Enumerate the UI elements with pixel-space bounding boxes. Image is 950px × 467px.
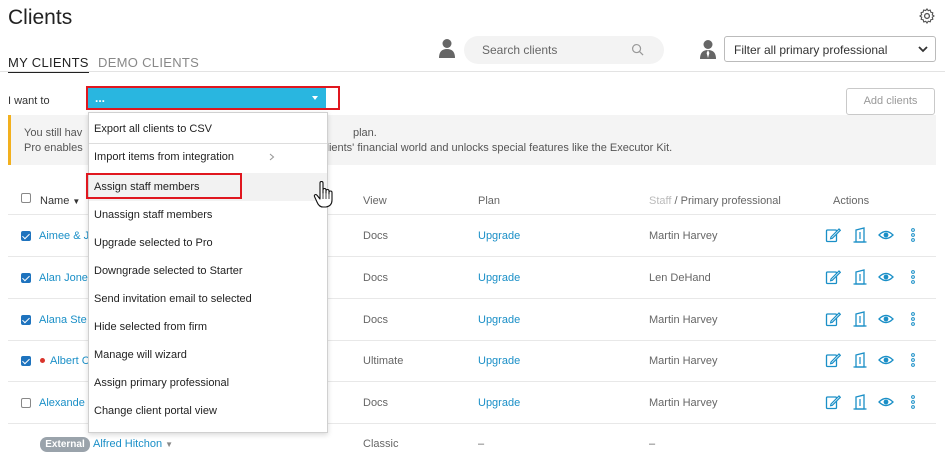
view-column-header: View (363, 195, 387, 207)
page-title: Clients (8, 6, 73, 29)
client-name-link[interactable]: Alan Jone (39, 272, 88, 284)
view-cell: Ultimate (363, 355, 404, 367)
highlight-box (86, 173, 242, 199)
caret-down-icon: ▼ (165, 440, 174, 449)
actions-column-header: Actions (833, 195, 870, 207)
upgrade-link[interactable]: Upgrade (478, 230, 520, 242)
primary-professional-cell: Martin Harvey (649, 397, 718, 409)
i-want-to-label: I want to (8, 95, 50, 107)
menu-item-downgrade-starter[interactable]: Downgrade selected to Starter (89, 257, 327, 285)
menu-item-import-integration[interactable]: Import items from integration (89, 143, 327, 171)
view-cell: Docs (363, 272, 389, 284)
name-column-header[interactable]: Name ▼ (40, 195, 80, 207)
row-checkbox[interactable] (21, 231, 31, 241)
hand-cursor-icon (313, 181, 333, 208)
search-box[interactable] (464, 36, 664, 64)
primary-professional-cell: Martin Harvey (649, 355, 718, 367)
client-name-link[interactable]: Alexande (39, 397, 85, 409)
row-actions (825, 227, 925, 417)
menu-item-send-invitation[interactable]: Send invitation email to selected (89, 285, 327, 313)
view-cell: Docs (363, 397, 389, 409)
row-checkbox[interactable] (21, 315, 31, 325)
menu-item-assign-primary[interactable]: Assign primary professional (89, 369, 327, 397)
upgrade-link[interactable]: Upgrade (478, 355, 520, 367)
edit-icon[interactable] (825, 352, 841, 368)
tabs-divider (0, 71, 945, 72)
primary-professional-filter[interactable]: Filter all primary professional (724, 36, 936, 62)
eye-icon[interactable] (878, 227, 894, 243)
eye-icon[interactable] (878, 352, 894, 368)
vault-icon[interactable] (852, 227, 868, 243)
status-dot (40, 358, 45, 363)
primary-header-label: Primary professional (680, 195, 781, 207)
staff-header-label: Staff (649, 195, 672, 207)
upgrade-link[interactable]: Upgrade (478, 397, 520, 409)
notice-line1-start: You still hav (24, 127, 83, 139)
edit-icon[interactable] (825, 311, 841, 327)
more-icon[interactable] (905, 269, 921, 285)
gear-icon[interactable] (918, 7, 936, 25)
row-checkbox[interactable] (21, 273, 31, 283)
upgrade-link[interactable]: Upgrade (478, 314, 520, 326)
notice-line1-end: plan. (353, 127, 377, 139)
chevron-right-icon (269, 153, 275, 161)
edit-icon[interactable] (825, 269, 841, 285)
more-icon[interactable] (905, 352, 921, 368)
primary-professional-cell: – (649, 438, 656, 450)
menu-item-unassign-staff[interactable]: Unassign staff members (89, 201, 327, 229)
vault-icon[interactable] (852, 394, 868, 410)
upgrade-link[interactable]: Upgrade (478, 272, 520, 284)
menu-item-manage-will[interactable]: Manage will wizard (89, 341, 327, 369)
client-name-link[interactable]: Alana Ste (39, 314, 87, 326)
primary-professional-cell: Len DeHand (649, 272, 711, 284)
bulk-action-menu: Export all clients to CSV Import items f… (88, 112, 328, 433)
eye-icon[interactable] (878, 311, 894, 327)
plan-column-header: Plan (478, 195, 501, 207)
more-icon[interactable] (905, 311, 921, 327)
more-icon[interactable] (905, 227, 921, 243)
menu-item-hide-selected[interactable]: Hide selected from firm (89, 313, 327, 341)
view-cell: Docs (363, 230, 389, 242)
primary-professional-cell: Martin Harvey (649, 314, 718, 326)
eye-icon[interactable] (878, 394, 894, 410)
search-input[interactable] (482, 36, 632, 64)
client-name-link[interactable]: Alfred Hitchon ▼ (93, 438, 173, 450)
client-name-link[interactable]: Albert C (50, 355, 90, 367)
search-icon[interactable] (631, 43, 644, 56)
menu-item-upgrade-pro[interactable]: Upgrade selected to Pro (89, 229, 327, 257)
primary-professional-cell: Martin Harvey (649, 230, 718, 242)
edit-icon[interactable] (825, 394, 841, 410)
view-cell: Docs (363, 314, 389, 326)
professional-icon (700, 40, 716, 59)
vault-icon[interactable] (852, 352, 868, 368)
chevron-down-icon (918, 46, 928, 53)
edit-icon[interactable] (825, 227, 841, 243)
filter-selected-label: Filter all primary professional (734, 43, 888, 57)
highlight-box (86, 86, 340, 110)
menu-item-label: Import items from integration (94, 151, 234, 163)
eye-icon[interactable] (878, 269, 894, 285)
notice-line2-end: clients' financial world and unlocks spe… (321, 142, 673, 154)
staff-column-header: Staff / Primary professional (649, 195, 781, 207)
select-all-checkbox[interactable] (21, 193, 31, 203)
plan-cell: – (478, 438, 485, 450)
row-checkbox[interactable] (21, 398, 31, 408)
view-cell: Classic (363, 438, 399, 450)
vault-icon[interactable] (852, 311, 868, 327)
client-name-link[interactable]: Aimee & J (39, 230, 89, 242)
menu-item-change-portal-view[interactable]: Change client portal view (89, 397, 327, 425)
sort-caret-icon: ▼ (72, 197, 81, 206)
person-icon (439, 39, 455, 58)
notice-line2-start: Pro enables (24, 142, 83, 154)
tab-demo-clients[interactable]: DEMO CLIENTS (98, 55, 199, 70)
row-checkbox[interactable] (21, 356, 31, 366)
more-icon[interactable] (905, 394, 921, 410)
client-name-text: Alfred Hitchon (93, 438, 163, 450)
name-header-label: Name (40, 195, 70, 207)
menu-item-export-csv[interactable]: Export all clients to CSV (89, 115, 327, 143)
add-clients-button[interactable]: Add clients (846, 88, 935, 115)
header-separator: / (671, 195, 681, 207)
external-badge: External (40, 437, 90, 452)
vault-icon[interactable] (852, 269, 868, 285)
